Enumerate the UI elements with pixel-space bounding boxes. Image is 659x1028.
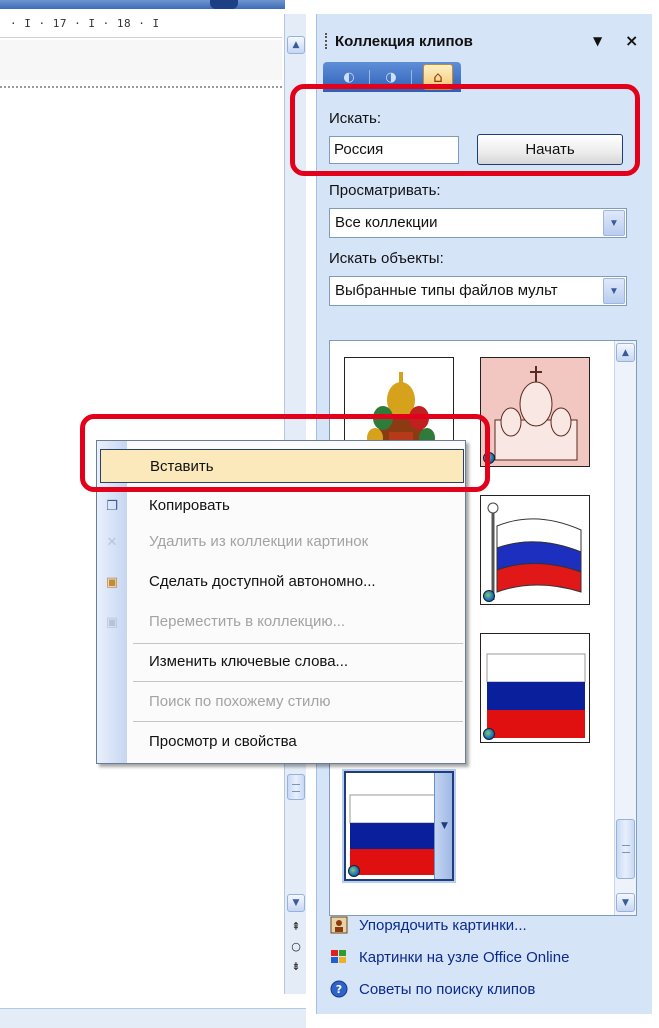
gallery-scroll-up-button[interactable]: ▲ [616, 343, 635, 362]
chevron-down-icon[interactable]: ▼ [603, 210, 625, 236]
menu-item-label: Поиск по похожему стилю [149, 693, 331, 710]
globe-icon [483, 590, 495, 602]
menu-item-make-offline[interactable]: ▣ Сделать доступной автономно... [97, 565, 465, 599]
next-page-icon[interactable]: ⇟ [289, 960, 303, 973]
objects-label: Искать объекты: [329, 250, 444, 267]
ruler-ticks: · I · 17 · I · 18 · I [10, 17, 160, 30]
browse-label: Просматривать: [329, 182, 441, 199]
page-boundary-line [0, 86, 282, 88]
flag-clip-icon [486, 653, 586, 738]
menu-item-find-similar-style: Поиск по похожему стилю [97, 685, 465, 719]
globe-icon [483, 728, 495, 740]
search-tips-label[interactable]: Советы по поиску клипов [359, 981, 535, 998]
task-pane-title: Коллекция клипов [335, 33, 473, 50]
menu-item-preview-properties[interactable]: Просмотр и свойства [97, 725, 465, 759]
nav-divider [411, 70, 412, 84]
office-online-icon [329, 947, 349, 967]
paste-highlight-outline [80, 414, 490, 492]
office-online-link[interactable]: Картинки на узле Office Online [329, 944, 569, 970]
globe-icon [348, 865, 360, 877]
clip-menu-chevron-icon[interactable]: ▼ [434, 773, 452, 879]
scroll-up-button[interactable]: ▲ [287, 36, 305, 54]
menu-item-label: Копировать [149, 497, 230, 514]
clip-thumbnail[interactable] [480, 633, 590, 743]
search-tips-link[interactable]: ? Советы по поиску клипов [329, 976, 535, 1002]
office-online-label[interactable]: Картинки на узле Office Online [359, 949, 569, 966]
offline-icon: ▣ [105, 574, 119, 590]
media-types-select[interactable]: Выбранные типы файлов мульт ▼ [329, 276, 627, 306]
select-browse-object-icon[interactable]: ○ [289, 940, 303, 953]
horizontal-ruler[interactable]: · I · 17 · I · 18 · I [0, 12, 282, 38]
menu-item-label: Изменить ключевые слова... [149, 653, 349, 670]
clip-thumbnail[interactable] [480, 495, 590, 605]
pane-menu-dropdown-icon[interactable]: ▼ [593, 34, 602, 48]
scroll-thumb[interactable] [287, 774, 305, 800]
menu-item-move-to-collection: ▣ Переместить в коллекцию... [97, 605, 465, 639]
organize-clips-link[interactable]: Упорядочить картинки... [329, 912, 527, 938]
task-pane-header: Коллекция клипов ▼ × [317, 14, 653, 56]
collections-select-value: Все коллекции [335, 214, 438, 231]
menu-separator [133, 643, 463, 644]
clip-thumbnail[interactable] [480, 357, 590, 467]
clip-thumbnail-selected[interactable]: ▼ [344, 771, 454, 881]
chevron-down-icon[interactable]: ▼ [603, 278, 625, 304]
svg-text:?: ? [336, 983, 342, 996]
menu-item-edit-keywords[interactable]: Изменить ключевые слова... [97, 645, 465, 679]
move-icon: ▣ [105, 614, 119, 630]
media-types-select-value: Выбранные типы файлов мульт [335, 282, 558, 299]
gallery-scrollbar[interactable]: ▲ ▼ [614, 341, 636, 915]
menu-item-label: Удалить из коллекции картинок [149, 533, 369, 550]
gallery-scroll-thumb[interactable] [616, 819, 635, 879]
menu-separator [133, 681, 463, 682]
window-titlebar-strip [0, 0, 285, 9]
pane-grip-handle[interactable] [325, 33, 328, 49]
search-highlight-outline [290, 84, 640, 176]
previous-page-icon[interactable]: ⇞ [289, 920, 303, 933]
document-horizontal-scrollbar[interactable] [0, 1008, 306, 1028]
organize-icon [329, 915, 349, 935]
document-margin-area [0, 40, 282, 80]
collections-select[interactable]: Все коллекции ▼ [329, 208, 627, 238]
copy-icon: ❐ [106, 498, 118, 514]
scroll-down-button[interactable]: ▼ [287, 894, 305, 912]
menu-item-label: Переместить в коллекцию... [149, 613, 346, 630]
organize-clips-label[interactable]: Упорядочить картинки... [359, 917, 527, 934]
menu-item-copy[interactable]: ❐ Копировать [97, 489, 465, 523]
screenshot-frame: · I · 17 · I · 18 · I ▲ ▼ ⇞ ○ ⇟ Коллекци… [0, 0, 659, 1028]
waving-flag-clip-icon [487, 502, 582, 600]
gallery-scroll-down-button[interactable]: ▼ [616, 893, 635, 912]
menu-item-delete-from-gallery: ✕ Удалить из коллекции картинок [97, 525, 465, 559]
kremlin-sketch-clip-icon [481, 358, 589, 466]
menu-item-label: Сделать доступной автономно... [149, 573, 376, 590]
help-icon: ? [329, 979, 349, 999]
menu-separator [133, 721, 463, 722]
pane-close-icon[interactable]: × [625, 31, 638, 50]
nav-divider [369, 70, 370, 84]
delete-icon: ✕ [106, 534, 118, 550]
menu-item-label: Просмотр и свойства [149, 733, 297, 750]
